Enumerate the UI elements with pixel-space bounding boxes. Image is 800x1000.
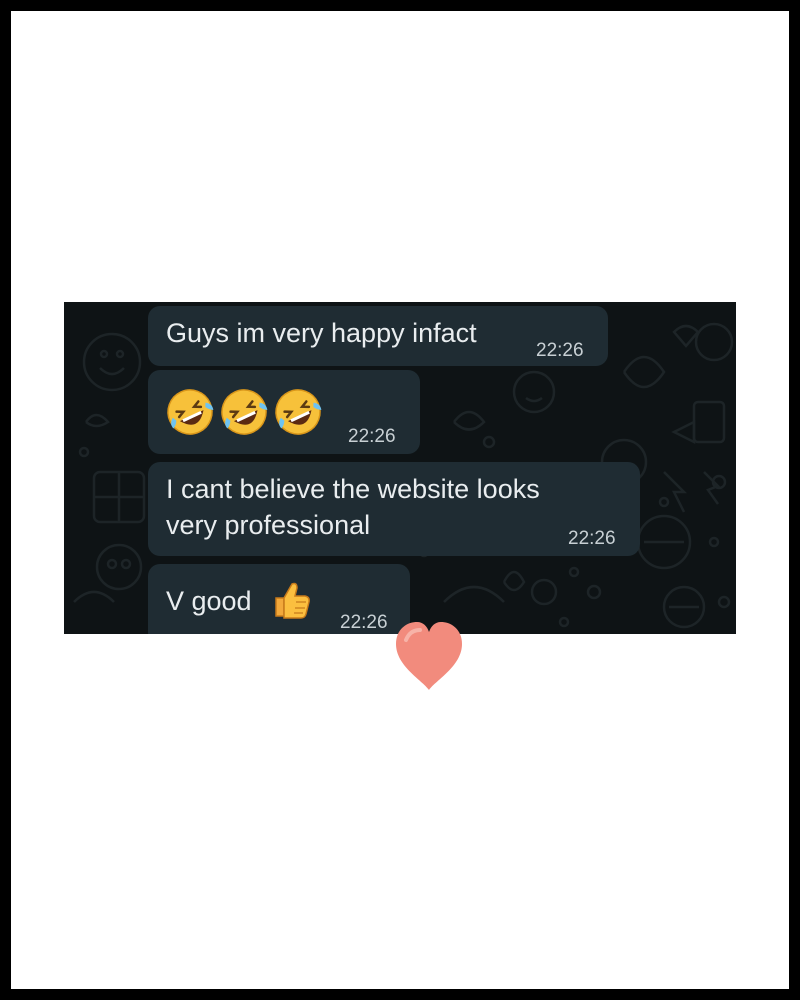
message-bubble-3[interactable]: I cant believe the website looks very pr… — [148, 462, 640, 556]
emoji-row — [164, 386, 324, 438]
message-time: 22:26 — [340, 612, 388, 633]
heart-icon — [396, 622, 462, 690]
thumbs-up-icon — [275, 582, 310, 619]
message-text: Guys im very happy infact — [166, 318, 477, 348]
message-text-line-1: I cant believe the website looks — [166, 474, 540, 504]
message-text-line-2: very professional — [166, 510, 371, 540]
message-text: V good — [166, 586, 252, 616]
chat-screenshot: Guys im very happy infact 22:26 22:26 I … — [64, 302, 736, 634]
message-time: 22:26 — [536, 340, 584, 361]
rolling-on-floor-laughing-icon — [275, 389, 322, 435]
rolling-on-floor-laughing-icon — [167, 389, 214, 435]
message-time: 22:26 — [348, 426, 396, 447]
message-bubble-4[interactable]: V good 22:26 — [148, 564, 410, 634]
message-bubble-1[interactable]: Guys im very happy infact 22:26 — [148, 306, 608, 366]
message-time: 22:26 — [568, 528, 616, 549]
message-bubble-2[interactable]: 22:26 — [148, 370, 420, 454]
rolling-on-floor-laughing-icon — [221, 389, 268, 435]
